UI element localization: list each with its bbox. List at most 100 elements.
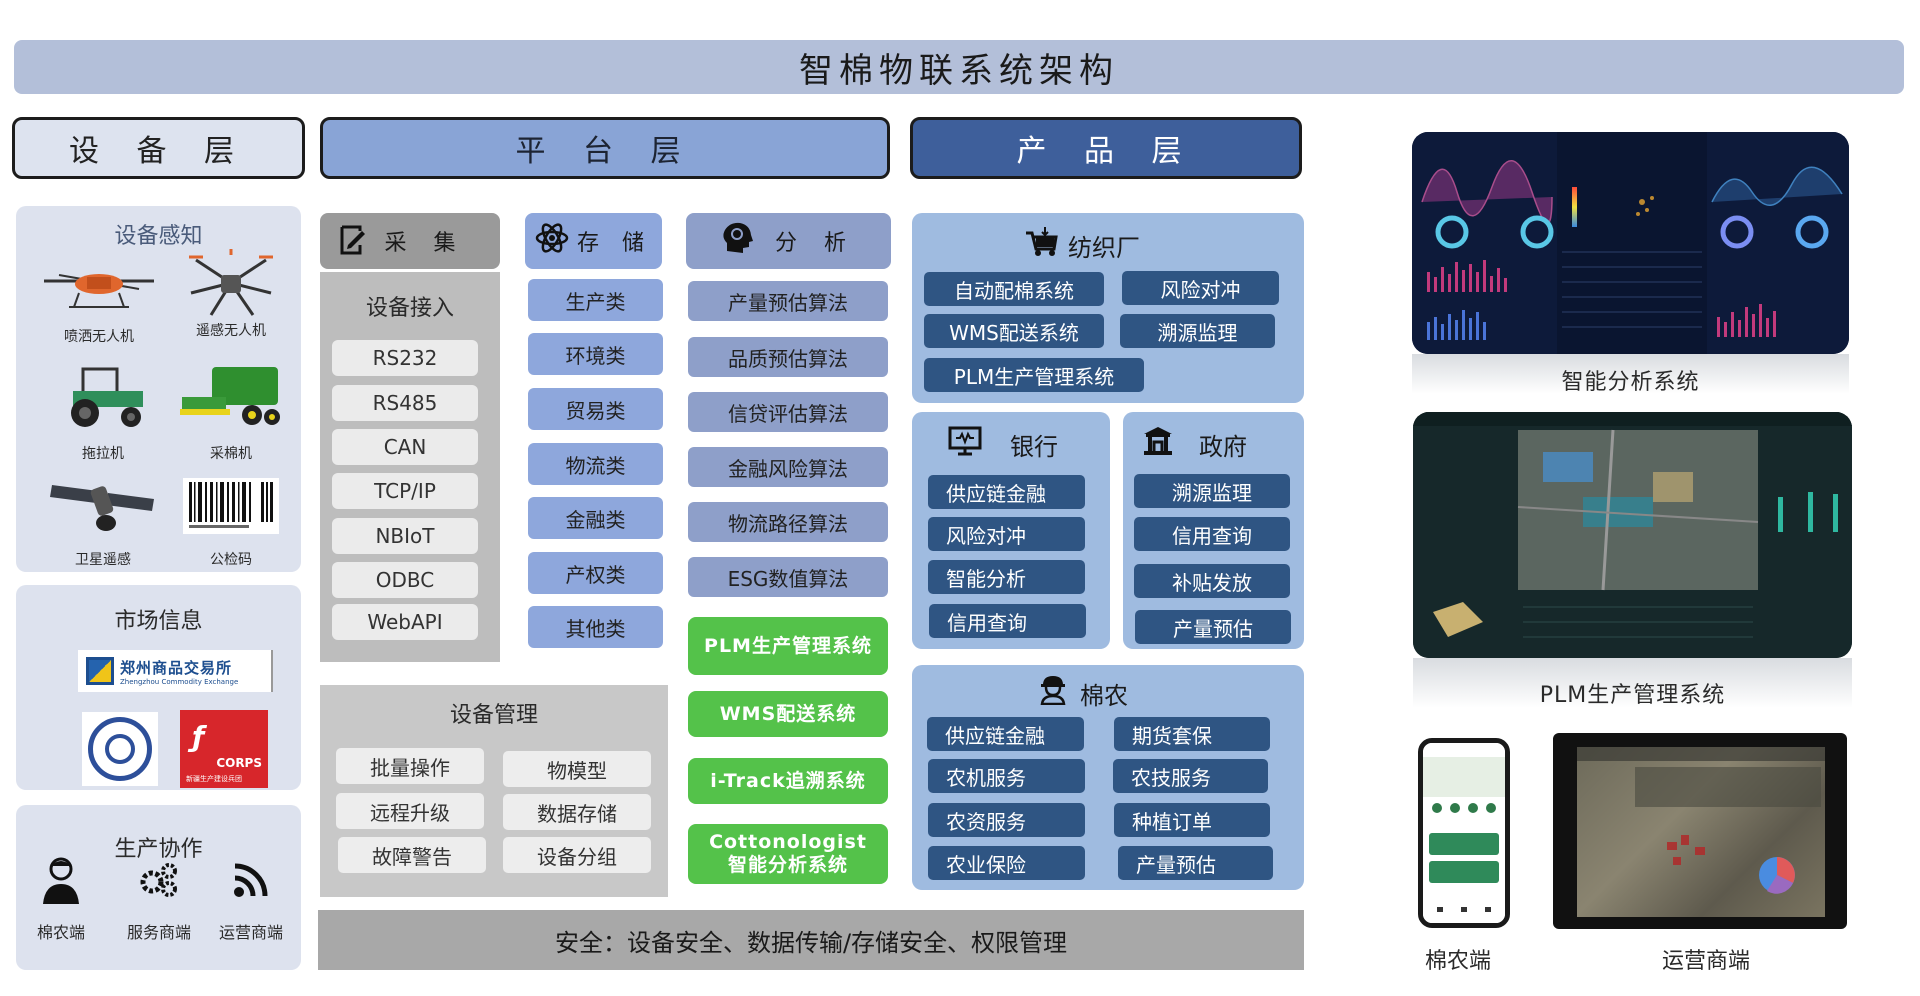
device-cotton-picker: 采棉机 <box>166 361 296 463</box>
bank-panel: 银行 供应链金融 风险对冲 智能分析 信用查询 <box>912 412 1110 649</box>
product-feature: WMS配送系统 <box>924 314 1104 348</box>
algorithm-item: 金融风险算法 <box>688 447 888 487</box>
device-satellite: 卫星遥感 <box>38 471 168 569</box>
protocol-item: ODBC <box>332 562 478 598</box>
device-layer-header: 设 备 层 <box>12 117 305 179</box>
product-feature: 供应链金融 <box>928 475 1085 509</box>
product-feature: PLM生产管理系统 <box>924 358 1144 392</box>
device-mgmt-item: 数据存储 <box>503 794 651 830</box>
government-building-icon <box>1143 426 1173 462</box>
collab-farmer: 棉农端 <box>16 855 106 943</box>
cotton-farmer-title: 棉农 <box>1040 675 1128 711</box>
product-feature: 溯源监理 <box>1134 474 1290 508</box>
algorithm-item: 品质预估算法 <box>688 337 888 377</box>
plm-dashboard-screenshot <box>1413 412 1852 658</box>
system-itrack: i-Track追溯系统 <box>688 758 888 804</box>
product-feature: 农机服务 <box>928 759 1085 793</box>
collab-service-provider: 服务商端 <box>114 855 204 943</box>
atom-icon <box>535 221 569 261</box>
spray-drone-icon <box>34 254 164 324</box>
algorithm-item: 产量预估算法 <box>688 281 888 321</box>
collab-label: 运营商端 <box>218 923 283 942</box>
operator-app-caption: 运营商端 <box>1662 949 1751 974</box>
device-mgmt-item: 批量操作 <box>336 748 484 784</box>
product-feature: 信用查询 <box>929 604 1086 638</box>
product-feature: 产量预估 <box>1135 610 1291 644</box>
operator-app-tablet <box>1553 733 1847 929</box>
system-plm: PLM生产管理系统 <box>688 617 888 675</box>
product-feature: 期货套保 <box>1114 717 1270 751</box>
wing-icon: ƒ <box>192 720 205 753</box>
storage-header-label: 存 储 <box>577 231 652 256</box>
device-spray-drone: 喷洒无人机 <box>34 254 164 346</box>
product-layer-header: 产 品 层 <box>910 117 1302 179</box>
tablet-screen-graphic <box>1577 747 1825 917</box>
phone-screen-graphic <box>1423 743 1505 923</box>
collect-header: 采 集 <box>320 213 500 269</box>
product-feature: 自动配棉系统 <box>924 272 1104 306</box>
product-feature: 产量预估 <box>1118 846 1273 880</box>
dashboard-preview-graphic <box>1412 132 1849 354</box>
zce-name-en: Zhengzhou Commodity Exchange <box>120 677 239 686</box>
market-info-panel: 市场信息 郑州商品交易所 Zhengzhou Commodity Exchang… <box>16 585 301 790</box>
plm-system-caption: PLM生产管理系统 <box>1539 683 1726 708</box>
product-feature: 智能分析 <box>928 560 1085 594</box>
product-feature: 风险对冲 <box>1122 271 1279 305</box>
protocol-item: WebAPI <box>332 604 478 640</box>
market-info-title: 市场信息 <box>114 609 203 634</box>
plm-preview-graphic <box>1413 412 1852 658</box>
bank-title: 银行 <box>948 426 1058 462</box>
product-feature: 农资服务 <box>928 803 1085 837</box>
cart-icon <box>1024 227 1058 263</box>
textile-mill-panel: 纺织厂 自动配棉系统 风险对冲 WMS配送系统 溯源监理 PLM生产管理系统 <box>912 213 1304 403</box>
storage-category: 生产类 <box>528 279 663 321</box>
barcode-icon <box>166 471 296 541</box>
farmer-helmet-icon <box>1040 675 1066 711</box>
corps-brand: CORPS <box>216 756 262 770</box>
device-label: 喷洒无人机 <box>64 329 134 345</box>
platform-layer-header: 平 台 层 <box>320 117 890 179</box>
government-label: 政府 <box>1199 432 1247 461</box>
system-wms: WMS配送系统 <box>688 691 888 737</box>
cotton-picker-icon <box>166 361 296 431</box>
protocol-item: RS232 <box>332 340 478 376</box>
storage-category: 物流类 <box>528 443 663 485</box>
government-title: 政府 <box>1143 426 1247 462</box>
corps-logo: ƒ CORPS 新疆生产建设兵团 <box>180 710 268 788</box>
product-feature: 供应链金融 <box>927 717 1084 751</box>
collab-label: 棉农端 <box>36 923 85 942</box>
product-feature: 农技服务 <box>1113 759 1268 793</box>
production-collab-panel: 生产协作 棉农端 服务商端 运营商端 <box>16 805 301 970</box>
device-management-title: 设备管理 <box>449 703 538 728</box>
rss-icon <box>206 855 296 905</box>
page-title: 智棉物联系统架构 <box>14 40 1904 94</box>
product-feature: 溯源监理 <box>1120 314 1275 348</box>
farmer-app-phone <box>1418 738 1510 928</box>
government-panel: 政府 溯源监理 信用查询 补贴发放 产量预估 <box>1123 412 1304 649</box>
product-feature: 种植订单 <box>1114 803 1270 837</box>
zce-name-cn: 郑州商品交易所 <box>120 658 233 677</box>
gears-icon <box>114 855 204 905</box>
device-access-panel: 设备接入 RS232 RS485 CAN TCP/IP NBIoT ODBC W… <box>320 272 500 662</box>
system-cottonologist: Cottonologist 智能分析系统 <box>688 824 888 884</box>
storage-category: 环境类 <box>528 333 663 375</box>
tractor-icon <box>38 361 168 431</box>
weather-bureau-logo <box>82 712 158 786</box>
textile-mill-label: 纺织厂 <box>1068 233 1140 262</box>
device-label: 遥感无人机 <box>196 323 266 339</box>
device-access-title: 设备接入 <box>365 296 454 321</box>
analysis-header-label: 分 析 <box>775 231 856 256</box>
storage-header: 存 储 <box>525 213 662 269</box>
device-sensing-panel: 设备感知 喷洒无人机 遥感无人机 拖拉机 采棉机 卫星遥感 公检码 <box>16 206 301 572</box>
storage-category: 其他类 <box>528 606 663 648</box>
device-label: 公检码 <box>210 552 252 568</box>
edit-form-icon <box>338 225 366 261</box>
protocol-item: NBIoT <box>332 518 478 554</box>
brain-head-icon <box>721 221 753 261</box>
monitor-icon <box>948 426 982 462</box>
product-feature: 风险对冲 <box>928 517 1085 551</box>
device-label: 拖拉机 <box>82 446 124 462</box>
device-management-panel: 设备管理 批量操作 物模型 远程升级 数据存储 故障警告 设备分组 <box>320 685 668 897</box>
zce-mark-icon <box>86 657 114 685</box>
product-feature: 补贴发放 <box>1134 564 1290 598</box>
